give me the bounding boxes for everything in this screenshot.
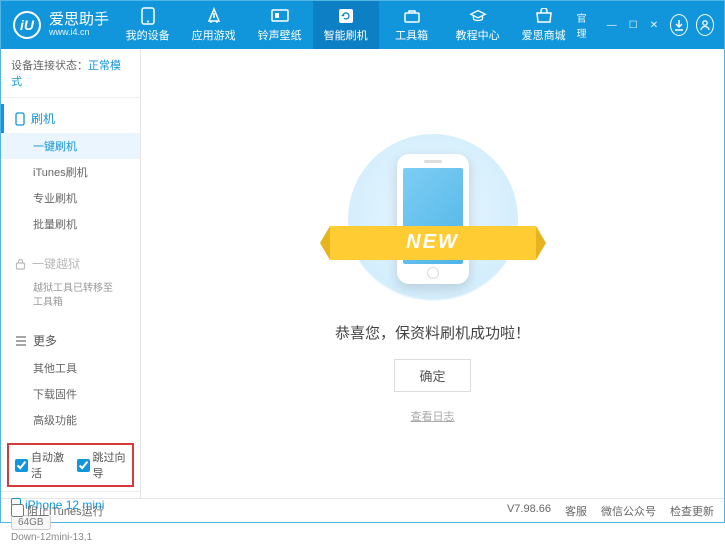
phone-outline-icon — [15, 112, 25, 126]
connection-status: 设备连接状态：正常模式 — [1, 49, 140, 98]
success-message: 恭喜您，保资料刷机成功啦！ — [335, 322, 530, 343]
footer-update-link[interactable]: 检查更新 — [670, 503, 714, 519]
nav-label: 铃声壁纸 — [258, 27, 302, 43]
menu-icon — [15, 336, 27, 346]
store-icon — [535, 7, 553, 25]
wallpaper-icon — [271, 7, 289, 25]
nav-label: 应用游戏 — [192, 27, 236, 43]
checkbox-block-itunes[interactable]: 阻止iTunes运行 — [11, 503, 104, 519]
graduation-icon — [469, 7, 487, 25]
checkbox-auto-activate[interactable]: 自动激活 — [15, 449, 65, 481]
footer-service-link[interactable]: 客服 — [565, 503, 587, 519]
sidebar-item-batch-flash[interactable]: 批量刷机 — [1, 211, 140, 237]
main-content: NEW 恭喜您，保资料刷机成功啦！ 确定 查看日志 — [141, 49, 724, 498]
download-button[interactable] — [670, 14, 688, 36]
new-ribbon: NEW — [330, 226, 536, 260]
main-nav: 我的设备 应用游戏 铃声壁纸 智能刷机 工具箱 教程中心 爱思商城 — [115, 1, 577, 49]
nav-my-device[interactable]: 我的设备 — [115, 1, 181, 49]
logo-area: iU 爱思助手 www.i4.cn — [1, 11, 115, 39]
lock-icon — [15, 258, 26, 270]
nav-label: 我的设备 — [126, 27, 170, 43]
footer-wechat-link[interactable]: 微信公众号 — [601, 503, 656, 519]
sidebar-item-pro-flash[interactable]: 专业刷机 — [1, 185, 140, 211]
maximize-icon[interactable]: ☐ — [629, 20, 638, 31]
window-tiny-text[interactable]: 官 理 — [577, 10, 595, 40]
nav-label: 爱思商城 — [522, 27, 566, 43]
app-logo-icon: iU — [13, 11, 41, 39]
titlebar: iU 爱思助手 www.i4.cn 我的设备 应用游戏 铃声壁纸 智能刷机 工具… — [1, 1, 724, 49]
sidebar-item-advanced[interactable]: 高级功能 — [1, 407, 140, 433]
flash-options-highlight: 自动激活 跳过向导 — [7, 443, 134, 487]
section-more[interactable]: 更多 — [1, 326, 140, 355]
device-info[interactable]: iPhone 12 mini 64GB Down-12mini-13,1 — [1, 491, 140, 549]
nav-ringtone-wallpaper[interactable]: 铃声壁纸 — [247, 1, 313, 49]
sidebar-item-oneclick-flash[interactable]: 一键刷机 — [1, 133, 140, 159]
window-controls: 官 理 — ☐ ✕ — [577, 10, 724, 40]
minimize-icon[interactable]: — — [607, 20, 617, 31]
nav-label: 教程中心 — [456, 27, 500, 43]
toolbox-icon — [403, 7, 421, 25]
apps-icon — [205, 7, 223, 25]
nav-label: 工具箱 — [395, 27, 428, 43]
nav-smart-flash[interactable]: 智能刷机 — [313, 1, 379, 49]
success-illustration: NEW — [348, 134, 518, 304]
section-title: 更多 — [33, 332, 57, 349]
nav-label: 智能刷机 — [324, 27, 368, 43]
sidebar: 设备连接状态：正常模式 刷机 一键刷机 iTunes刷机 专业刷机 批量刷机 一… — [1, 49, 141, 498]
section-title: 刷机 — [31, 110, 55, 127]
section-title: 一键越狱 — [32, 255, 80, 272]
app-title: 爱思助手 — [49, 12, 109, 29]
device-model: Down-12mini-13,1 — [11, 532, 130, 543]
sidebar-item-other-tools[interactable]: 其他工具 — [1, 355, 140, 381]
confirm-button[interactable]: 确定 — [394, 359, 470, 392]
nav-toolbox[interactable]: 工具箱 — [379, 1, 445, 49]
status-label: 设备连接状态： — [11, 60, 88, 72]
app-url: www.i4.cn — [49, 28, 109, 38]
section-jailbreak: 一键越狱 — [1, 249, 140, 278]
section-flash[interactable]: 刷机 — [1, 104, 140, 133]
close-icon[interactable]: ✕ — [650, 20, 658, 31]
version-label: V7.98.66 — [507, 503, 551, 519]
checkbox-skip-setup[interactable]: 跳过向导 — [77, 449, 127, 481]
nav-apps-games[interactable]: 应用游戏 — [181, 1, 247, 49]
sidebar-item-itunes-flash[interactable]: iTunes刷机 — [1, 159, 140, 185]
refresh-icon — [337, 7, 355, 25]
phone-icon — [139, 7, 157, 25]
phone-illustration-icon — [397, 154, 469, 284]
user-button[interactable] — [696, 14, 714, 36]
nav-tutorials[interactable]: 教程中心 — [445, 1, 511, 49]
sidebar-item-download-firmware[interactable]: 下载固件 — [1, 381, 140, 407]
nav-store[interactable]: 爱思商城 — [511, 1, 577, 49]
jailbreak-note: 越狱工具已转移至 工具箱 — [1, 278, 140, 314]
view-log-link[interactable]: 查看日志 — [411, 408, 455, 424]
